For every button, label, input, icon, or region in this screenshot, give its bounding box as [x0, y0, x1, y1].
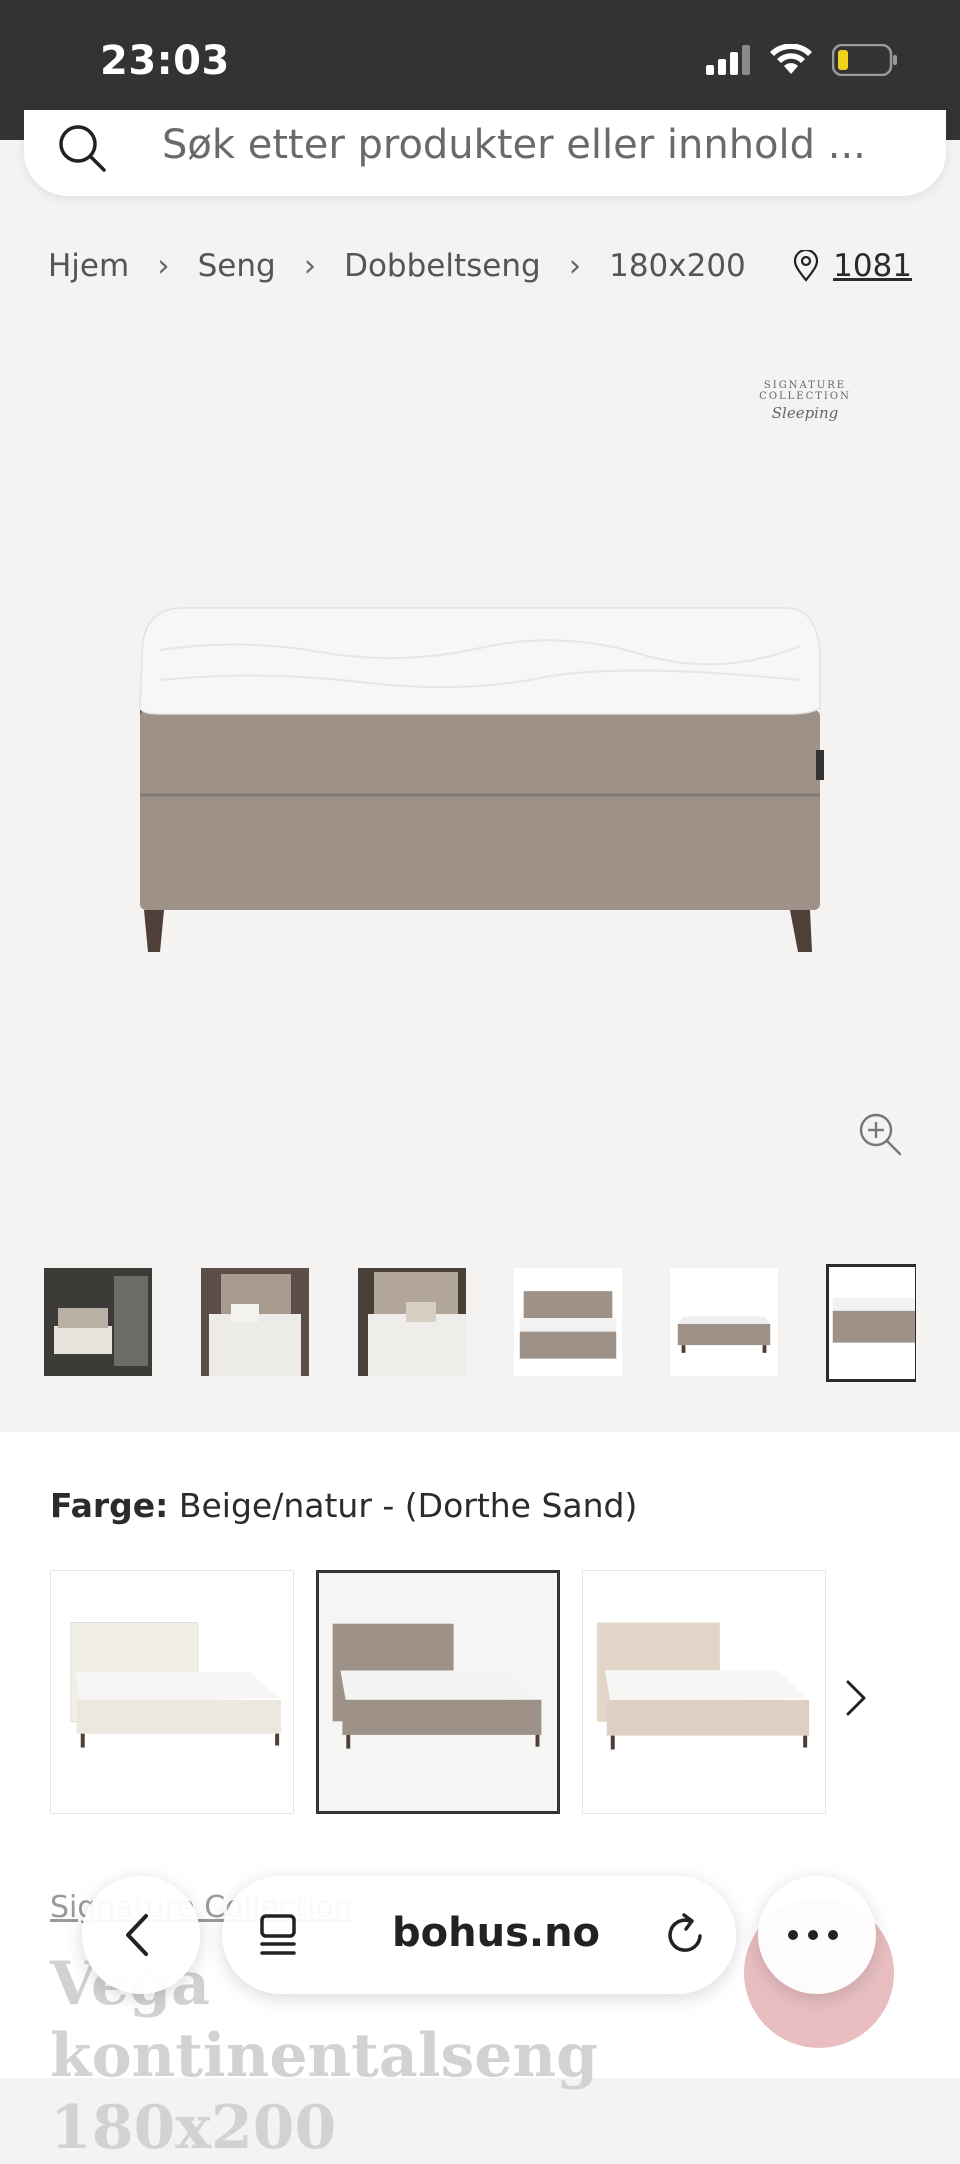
breadcrumb-item-size[interactable]: 180x200 — [609, 248, 746, 284]
status-time: 23:03 — [100, 38, 230, 84]
breadcrumb-item-dobbeltseng[interactable]: Dobbeltseng — [344, 248, 541, 284]
breadcrumb-item-seng[interactable]: Seng — [198, 248, 276, 284]
chevron-right-icon: › — [568, 248, 582, 284]
zoom-in-icon[interactable] — [858, 1112, 904, 1158]
more-button[interactable] — [758, 1876, 876, 1994]
store-location[interactable]: 1081 — [793, 248, 912, 284]
color-swatch-sand-selected[interactable] — [316, 1570, 560, 1814]
domain-text[interactable]: bohus.no — [392, 1910, 600, 1956]
brand-logo-line2: Sleeping — [771, 404, 839, 422]
search-input[interactable]: Søk etter produkter eller innhold ... — [162, 122, 866, 168]
product-title-line2: 180x200 — [50, 2093, 337, 2163]
back-button[interactable] — [82, 1876, 200, 1994]
breadcrumb-item-home[interactable]: Hjem — [48, 248, 129, 284]
location-pin-icon — [793, 250, 819, 282]
color-label-key: Farge: — [50, 1486, 169, 1525]
thumbnail-5[interactable] — [670, 1268, 778, 1376]
thumbnail-2[interactable] — [201, 1268, 309, 1376]
battery-icon — [832, 44, 897, 76]
tabs-icon[interactable] — [258, 1912, 298, 1958]
search-bar[interactable]: Søk etter produkter eller innhold ... — [24, 110, 946, 196]
location-code[interactable]: 1081 — [833, 248, 912, 284]
search-icon[interactable] — [54, 118, 114, 178]
image-thumbnails — [44, 1264, 916, 1384]
thumbnail-4[interactable] — [514, 1268, 622, 1376]
color-swatch-white[interactable] — [50, 1570, 294, 1814]
color-label-value: Beige/natur - (Dorthe Sand) — [178, 1486, 638, 1525]
brand-logo: SIGNATURE COLLECTION Sleeping — [720, 380, 890, 422]
color-swatch-beige[interactable] — [582, 1570, 826, 1814]
chevron-right-icon: › — [157, 248, 170, 284]
address-bar[interactable]: bohus.no — [222, 1876, 736, 1994]
product-image[interactable] — [120, 590, 840, 960]
wifi-icon — [770, 44, 812, 74]
more-icon — [788, 1930, 838, 1940]
brand-logo-line1: SIGNATURE COLLECTION — [759, 380, 851, 402]
browser-toolbar: bohus.no — [82, 1876, 738, 1994]
thumbnail-6-selected[interactable] — [826, 1264, 916, 1382]
signal-icon — [706, 45, 750, 75]
status-icons — [704, 44, 898, 76]
reload-icon[interactable] — [662, 1912, 708, 1958]
chevron-right-icon: › — [303, 248, 317, 284]
thumbnail-1[interactable] — [44, 1268, 152, 1376]
chevron-left-icon — [126, 1914, 148, 1956]
thumbnail-3[interactable] — [358, 1268, 466, 1376]
color-label: Farge: Beige/natur - (Dorthe Sand) — [50, 1486, 637, 1525]
breadcrumb: Hjem › Seng › Dobbeltseng › 180x200 — [48, 248, 746, 284]
chevron-right-icon[interactable] — [840, 1676, 870, 1720]
